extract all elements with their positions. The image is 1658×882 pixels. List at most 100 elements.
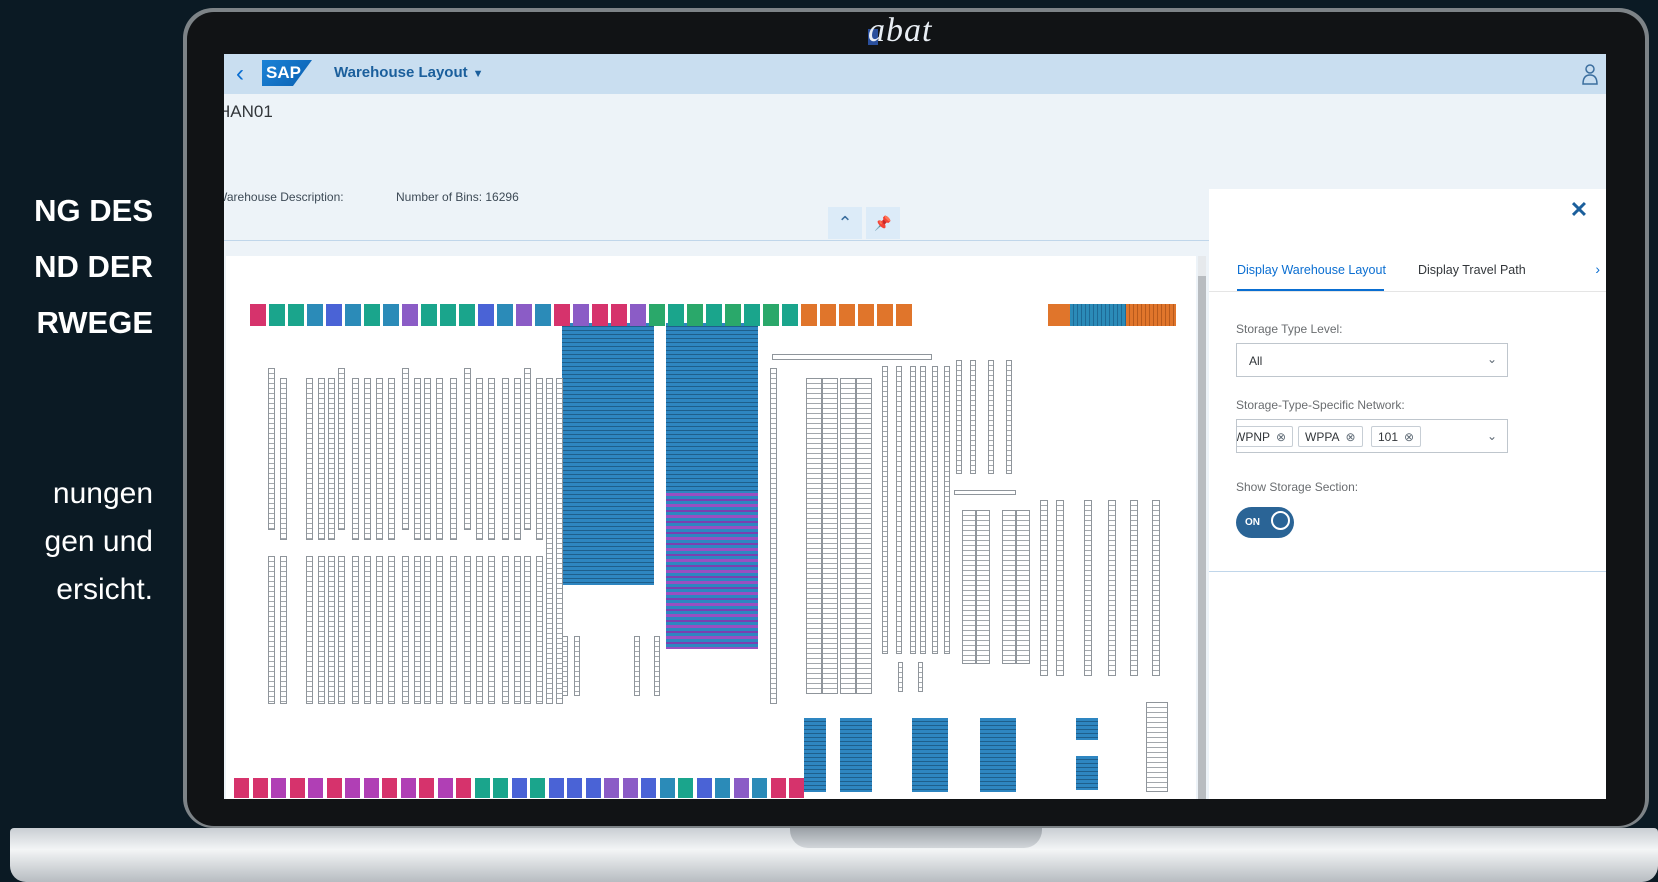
- storage-rack[interactable]: [388, 556, 395, 704]
- storage-rack[interactable]: [898, 662, 903, 692]
- storage-rack[interactable]: [364, 378, 371, 540]
- storage-bin[interactable]: [585, 778, 601, 798]
- storage-bin[interactable]: [474, 778, 490, 798]
- storage-rack[interactable]: [654, 636, 660, 696]
- storage-rack[interactable]: [536, 556, 543, 704]
- storage-rack[interactable]: [318, 556, 325, 704]
- storage-block[interactable]: [1076, 718, 1098, 740]
- storage-bin[interactable]: [478, 304, 494, 326]
- storage-bin[interactable]: [611, 304, 627, 326]
- storage-rack[interactable]: [414, 556, 421, 704]
- storage-rack[interactable]: [436, 378, 443, 540]
- remove-token-icon[interactable]: ⊗: [1345, 430, 1355, 444]
- storage-rack[interactable]: [424, 556, 431, 704]
- storage-bin[interactable]: [326, 778, 342, 798]
- storage-block[interactable]: [804, 718, 826, 792]
- storage-rack[interactable]: [932, 366, 938, 654]
- storage-rack[interactable]: [976, 510, 990, 664]
- storage-rack[interactable]: [918, 662, 923, 692]
- storage-rack[interactable]: [524, 368, 531, 530]
- pin-header-button[interactable]: 📌: [866, 207, 900, 239]
- remove-token-icon[interactable]: ⊗: [1404, 430, 1414, 444]
- storage-rack[interactable]: [1016, 510, 1030, 664]
- collapse-header-button[interactable]: ⌃: [828, 207, 862, 239]
- storage-rack[interactable]: [450, 556, 457, 704]
- storage-rack[interactable]: [306, 378, 313, 540]
- storage-rack[interactable]: [944, 366, 950, 654]
- storage-rack[interactable]: [514, 556, 521, 704]
- storage-rack[interactable]: [962, 510, 976, 664]
- storage-rack[interactable]: [476, 378, 483, 540]
- storage-section-switch[interactable]: ON: [1236, 507, 1294, 538]
- storage-bin[interactable]: [554, 304, 570, 326]
- storage-block[interactable]: [840, 718, 872, 792]
- storage-rack[interactable]: [328, 378, 335, 540]
- storage-bin[interactable]: [383, 304, 399, 326]
- storage-rack[interactable]: [306, 556, 313, 704]
- storage-bin[interactable]: [419, 778, 434, 798]
- storage-bin[interactable]: [604, 778, 619, 798]
- app-title-menu[interactable]: Warehouse Layout ▼: [334, 64, 484, 81]
- storage-bin[interactable]: [752, 778, 767, 798]
- storage-rack[interactable]: [954, 490, 1016, 495]
- storage-rack[interactable]: [352, 556, 359, 704]
- storage-rack[interactable]: [268, 556, 275, 704]
- storage-rack[interactable]: [280, 378, 287, 540]
- storage-bin[interactable]: [622, 778, 638, 798]
- storage-bin[interactable]: [459, 304, 475, 326]
- storage-rack[interactable]: [1002, 510, 1016, 664]
- storage-rack[interactable]: [956, 360, 962, 474]
- storage-bin[interactable]: [530, 778, 545, 798]
- back-icon[interactable]: ‹: [228, 60, 252, 88]
- storage-bin[interactable]: [308, 778, 323, 798]
- storage-block[interactable]: [1076, 756, 1098, 790]
- storage-bin[interactable]: [659, 778, 675, 798]
- storage-rack[interactable]: [536, 378, 543, 540]
- remove-token-icon[interactable]: ⊗: [1276, 430, 1286, 444]
- canvas-scrollbar[interactable]: [1198, 276, 1206, 799]
- storage-rack[interactable]: [910, 366, 916, 654]
- storage-rack[interactable]: [402, 556, 409, 704]
- storage-bin[interactable]: [497, 304, 513, 326]
- storage-bin[interactable]: [649, 304, 665, 326]
- storage-bin[interactable]: [548, 778, 564, 798]
- storage-bin[interactable]: [307, 304, 323, 326]
- storage-rack[interactable]: [338, 556, 345, 704]
- storage-bin[interactable]: [269, 304, 285, 326]
- storage-rack[interactable]: [1130, 500, 1138, 676]
- storage-bin[interactable]: [382, 778, 397, 798]
- storage-bin[interactable]: [896, 304, 912, 326]
- storage-rack[interactable]: [1040, 500, 1048, 676]
- storage-rack[interactable]: [524, 556, 531, 704]
- storage-bin[interactable]: [234, 778, 249, 798]
- storage-bin[interactable]: [668, 304, 684, 326]
- storage-rack[interactable]: [574, 636, 580, 696]
- storage-bin[interactable]: [493, 778, 508, 798]
- storage-bin[interactable]: [440, 304, 456, 326]
- storage-bin[interactable]: [345, 778, 360, 798]
- storage-rack[interactable]: [488, 556, 495, 704]
- storage-bin[interactable]: [763, 304, 779, 326]
- storage-rack[interactable]: [772, 354, 932, 360]
- storage-bin[interactable]: [839, 304, 855, 326]
- storage-bin[interactable]: [437, 778, 453, 798]
- storage-type-level-select[interactable]: All ⌄: [1236, 343, 1508, 377]
- storage-bin[interactable]: [858, 304, 874, 326]
- token-wpnp[interactable]: WPNP ⊗: [1237, 426, 1294, 447]
- storage-bin[interactable]: [289, 778, 305, 798]
- storage-bin[interactable]: [782, 304, 798, 326]
- storage-rack[interactable]: [1056, 500, 1064, 676]
- storage-rack[interactable]: [476, 556, 483, 704]
- storage-rack[interactable]: [318, 378, 325, 540]
- storage-rack[interactable]: [464, 556, 471, 704]
- storage-rack[interactable]: [338, 368, 345, 530]
- storage-rack[interactable]: [376, 556, 383, 704]
- storage-rack[interactable]: [364, 556, 371, 704]
- storage-block[interactable]: [562, 323, 654, 585]
- storage-bin[interactable]: [271, 778, 286, 798]
- storage-rack[interactable]: [562, 636, 568, 696]
- storage-bin[interactable]: [877, 304, 893, 326]
- storage-rack[interactable]: [1152, 500, 1160, 676]
- storage-block[interactable]: [666, 323, 758, 493]
- storage-bin[interactable]: [516, 304, 532, 326]
